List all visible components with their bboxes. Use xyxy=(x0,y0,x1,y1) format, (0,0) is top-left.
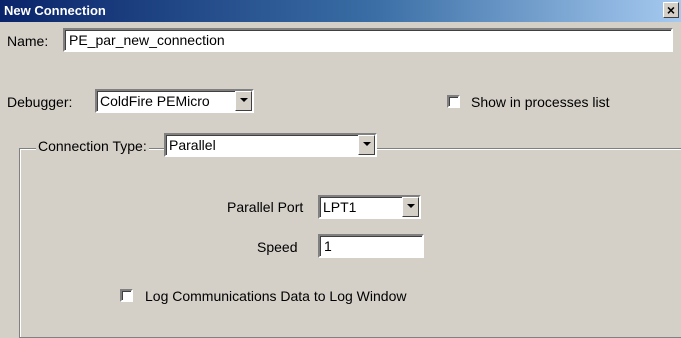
connection-type-value: Parallel xyxy=(169,137,216,153)
speed-input[interactable]: 1 xyxy=(318,234,424,258)
parallel-port-label: Parallel Port xyxy=(227,199,304,215)
connection-type-label: Connection Type: xyxy=(36,138,149,154)
close-button[interactable]: × xyxy=(663,2,679,18)
debugger-label: Debugger: xyxy=(7,94,73,110)
parallel-port-dropdown-button[interactable] xyxy=(402,197,419,217)
title-bar: New Connection × xyxy=(0,0,681,22)
name-label: Name: xyxy=(7,33,49,49)
debugger-select[interactable]: ColdFire PEMicro xyxy=(95,89,254,113)
log-communications-label: Log Communications Data to Log Window xyxy=(145,288,407,304)
debugger-value: ColdFire PEMicro xyxy=(100,93,210,109)
parallel-port-select[interactable]: LPT1 xyxy=(318,195,421,219)
connection-type-dropdown-button[interactable] xyxy=(358,135,375,155)
speed-value: 1 xyxy=(324,238,332,254)
show-in-processes-label: Show in processes list xyxy=(471,94,610,110)
show-in-processes-checkbox[interactable] xyxy=(447,95,460,108)
name-input[interactable]: PE_par_new_connection xyxy=(63,28,673,52)
connection-type-select[interactable]: Parallel xyxy=(164,133,377,157)
parallel-port-value: LPT1 xyxy=(323,199,357,215)
chevron-down-icon xyxy=(240,98,248,102)
close-icon: × xyxy=(666,2,676,18)
name-value: PE_par_new_connection xyxy=(69,32,225,48)
log-communications-checkbox[interactable] xyxy=(120,289,133,302)
speed-label: Speed xyxy=(257,239,298,255)
window-title: New Connection xyxy=(4,3,106,18)
chevron-down-icon xyxy=(363,142,371,146)
debugger-dropdown-button[interactable] xyxy=(235,91,252,111)
chevron-down-icon xyxy=(407,204,415,208)
